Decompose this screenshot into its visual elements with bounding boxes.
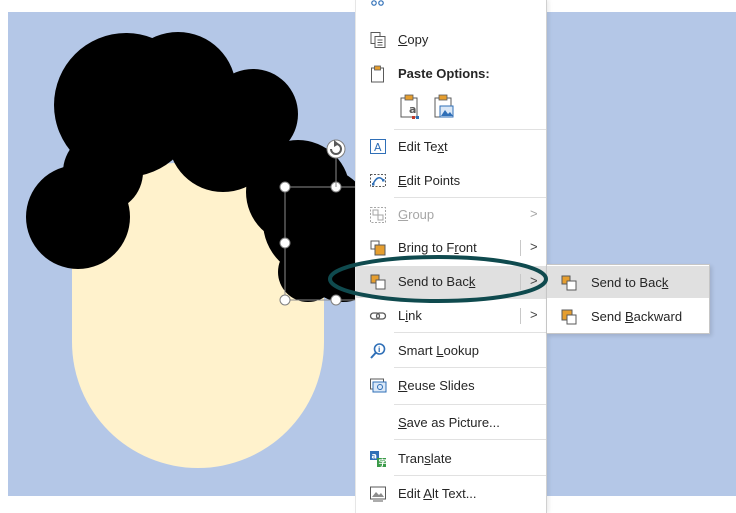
menu-separator xyxy=(394,475,546,476)
menu-separator xyxy=(394,197,546,198)
edit-points-icon xyxy=(370,174,386,187)
menu-item-edit-text[interactable]: A Edit Text xyxy=(356,131,546,163)
bring-to-front-icon xyxy=(370,240,386,256)
arrange-submenu: Send to Back Send Backward xyxy=(546,264,710,334)
menu-item-copy[interactable]: Copy xyxy=(356,24,546,56)
send-backward-icon xyxy=(561,309,577,325)
send-to-back-icon xyxy=(561,275,577,291)
menu-item-link[interactable]: Link > xyxy=(356,300,546,332)
menu-item-save-as-picture[interactable]: Save as Picture... xyxy=(356,407,546,439)
submenu-arrow-icon[interactable]: > xyxy=(530,273,538,288)
submenu-arrow-icon[interactable]: > xyxy=(530,307,538,322)
menu-item-translate[interactable]: a 字 Translate xyxy=(356,443,546,475)
split-divider xyxy=(520,240,521,256)
svg-text:a: a xyxy=(372,452,377,461)
menu-item-edit-points[interactable]: Edit Points xyxy=(356,165,546,197)
svg-text:A: A xyxy=(374,141,382,154)
paste-options-label: Paste Options: xyxy=(398,66,490,81)
menu-item-paste-options: Paste Options: xyxy=(356,58,546,90)
context-menu: Copy Paste Options: a A Edit Text Edit P… xyxy=(355,0,547,513)
submenu-item-send-backward[interactable]: Send Backward xyxy=(547,300,709,332)
svg-text:a: a xyxy=(409,103,416,116)
paste-picture-icon[interactable] xyxy=(432,94,456,120)
menu-separator xyxy=(394,367,546,368)
menu-separator xyxy=(394,332,546,333)
smart-lookup-icon: i xyxy=(370,343,386,359)
translate-icon: a 字 xyxy=(370,451,387,468)
send-to-back-icon xyxy=(370,274,386,290)
alt-text-icon xyxy=(370,486,386,502)
svg-text:字: 字 xyxy=(379,458,387,468)
menu-item-smart-lookup[interactable]: i Smart Lookup xyxy=(356,335,546,367)
paste-icon xyxy=(371,65,384,83)
menu-item-cut-partial[interactable] xyxy=(356,0,546,14)
menu-item-send-to-back[interactable]: Send to Back > xyxy=(356,266,546,298)
group-icon xyxy=(370,207,386,223)
submenu-item-send-to-back[interactable]: Send to Back xyxy=(547,266,709,298)
edit-text-icon: A xyxy=(370,139,386,154)
split-divider xyxy=(520,274,521,290)
menu-separator xyxy=(394,298,546,299)
menu-item-group: Group > xyxy=(356,199,546,231)
copy-icon xyxy=(370,32,386,48)
link-icon xyxy=(369,312,387,320)
cut-icon xyxy=(371,0,384,6)
reuse-slides-icon xyxy=(370,378,387,393)
menu-separator xyxy=(394,404,546,405)
menu-item-edit-alt-text[interactable]: Edit Alt Text... xyxy=(356,478,546,510)
submenu-arrow-icon: > xyxy=(530,206,538,221)
menu-item-bring-to-front[interactable]: Bring to Front > xyxy=(356,232,546,264)
menu-separator xyxy=(394,129,546,130)
menu-separator xyxy=(394,439,546,440)
rotate-handle-icon[interactable] xyxy=(326,139,346,159)
menu-item-reuse-slides[interactable]: Reuse Slides xyxy=(356,370,546,402)
paste-keep-text-icon[interactable]: a xyxy=(398,94,422,120)
svg-text:i: i xyxy=(378,346,380,354)
split-divider xyxy=(520,308,521,324)
submenu-arrow-icon[interactable]: > xyxy=(530,239,538,254)
paste-buttons-row: a xyxy=(396,90,476,126)
